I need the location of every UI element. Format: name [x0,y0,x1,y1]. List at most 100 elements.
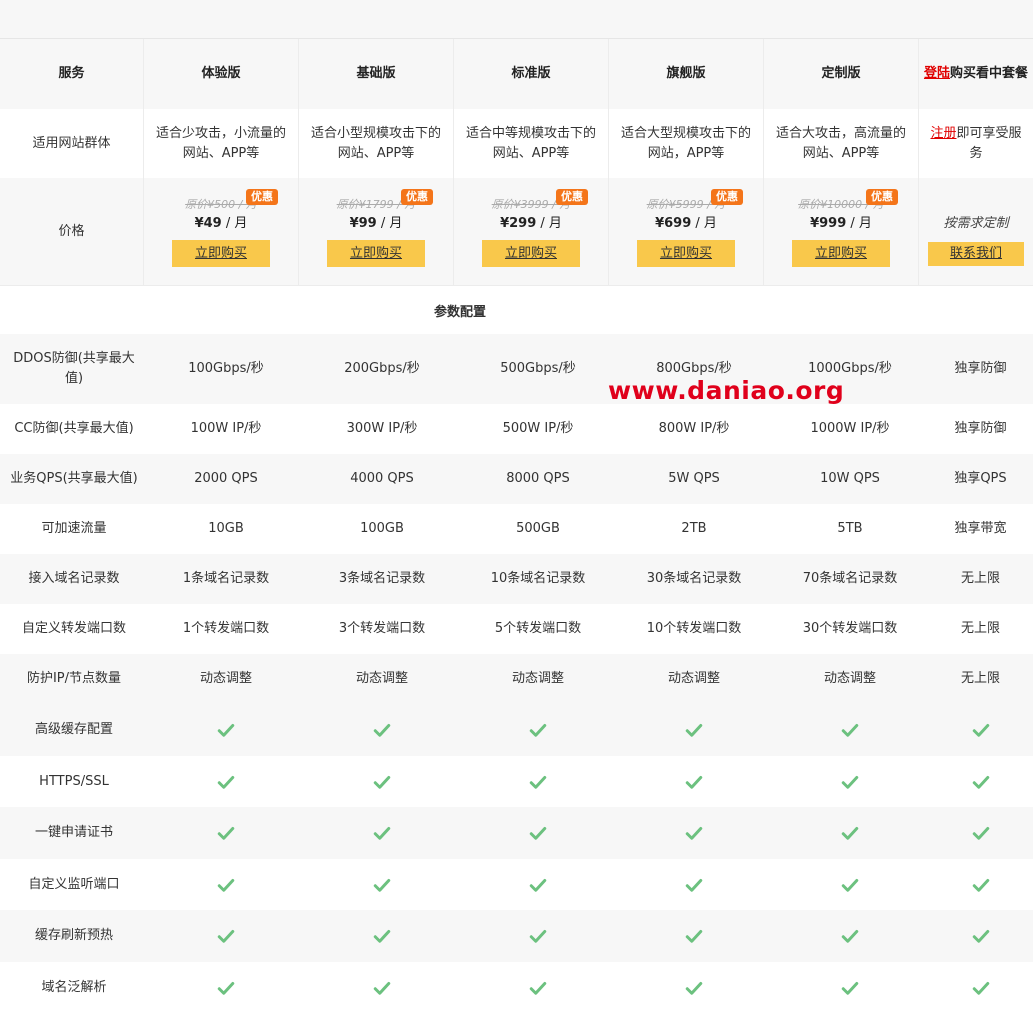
feature-check-cell [304,859,460,911]
feature-check-cell [460,859,616,911]
buy-button-flagship[interactable]: 立即购买 [637,239,735,267]
discount-badge: 优惠 [711,188,743,205]
param-value: 200Gbps/秒 [344,361,420,376]
check-icon [972,982,989,995]
feature-check-cell [148,704,304,756]
watermark: www.daniao.org [608,376,845,405]
check-icon [373,930,391,943]
feature-label: 缓存刷新预热 [34,928,113,943]
current-price: ¥299 [500,215,537,231]
param-label: 业务QPS(共享最大值) [10,471,138,486]
check-icon [685,982,703,995]
check-icon [529,776,547,789]
price-unit: / 月 [846,215,872,231]
register-link[interactable]: 注册 [930,126,956,141]
param-value: 30个转发端口数 [802,621,898,636]
feature-label: HTTPS/SSL [39,774,109,789]
param-value: 300W IP/秒 [346,421,418,436]
current-price: ¥99 [349,215,377,231]
check-icon [373,776,391,789]
feature-check-cell [616,704,772,756]
feature-check-cell [616,859,772,911]
discount-badge: 优惠 [246,188,278,205]
buy-button-custom[interactable]: 立即购买 [792,239,890,267]
param-value: 10W QPS [820,471,880,486]
feature-check-cell [148,756,304,808]
param-row: 可加速流量 10GB 100GB 500GB 2TB 5TB 独享带宽 [0,504,1033,554]
check-icon [373,724,391,737]
price-unit: / 月 [221,215,248,231]
param-row: DDOS防御(共享最大值) 100Gbps/秒 200Gbps/秒 500Gbps/秒… [0,334,1033,404]
param-value: 800W IP/秒 [658,421,730,436]
check-icon [529,982,547,995]
plan-name-flagship: 旗舰版 [609,39,764,109]
check-icon [529,724,547,737]
param-value: 1条域名记录数 [182,571,270,586]
price-unit: / 月 [376,215,403,231]
price-cell-trial: 优惠 原价¥500 / 月 ¥49 / 月 立即购买 [144,178,299,285]
param-value: 无上限 [960,671,1000,686]
param-value: 5TB [837,521,863,536]
buy-button-trial[interactable]: 立即购买 [172,239,270,267]
feature-label: 域名泛解析 [41,980,107,995]
price-unit: / 月 [691,215,717,231]
param-value: 10个转发端口数 [646,621,742,636]
plan-name-trial: 体验版 [144,39,299,109]
param-value: 独享防御 [954,421,1007,436]
top-bar [0,0,1033,39]
param-value: 动态调整 [355,671,408,686]
price-cell-standard: 优惠 原价¥3999 / 月 ¥299 / 月 立即购买 [454,178,609,285]
param-value: 4000 QPS [350,471,414,486]
feature-check-cell [928,859,1033,911]
login-prompt: 登陆购买看中套餐 [919,39,1033,109]
param-label: 可加速流量 [41,521,107,536]
param-value: 动态调整 [823,671,876,686]
register-prompt: 注册即可享受服务 [919,109,1033,178]
feature-label: 高级缓存配置 [34,722,113,737]
param-value: 10条域名记录数 [490,571,586,586]
feature-check-cell [616,756,772,808]
feature-check-cell [148,859,304,911]
param-value: 30条域名记录数 [646,571,742,586]
check-icon [685,724,703,737]
param-value: 动态调整 [667,671,720,686]
check-icon [217,879,235,892]
price-label: 价格 [0,178,144,285]
param-value: 10GB [208,521,244,536]
check-icon [217,776,235,789]
param-value: 2TB [681,521,707,536]
feature-check-cell [148,910,304,962]
contact-us-button[interactable]: 联系我们 [928,241,1024,266]
buy-button-standard[interactable]: 立即购买 [482,239,580,267]
feature-check-cell [928,910,1033,962]
check-icon [685,827,703,840]
param-row: 自定义转发端口数 1个转发端口数 3个转发端口数 5个转发端口数 10个转发端口数 30个… [0,604,1033,654]
check-icon [217,930,235,943]
check-icon [217,982,235,995]
buy-button-basic[interactable]: 立即购买 [327,239,425,267]
param-label: DDOS防御(共享最大值) [13,351,135,386]
feature-check-cell [928,807,1033,859]
param-value: 100GB [360,521,404,536]
feature-check-cell [460,704,616,756]
param-row: 防护IP/节点数量 动态调整 动态调整 动态调整 动态调整 动态调整 无上限 [0,654,1033,704]
login-link[interactable]: 登陆 [924,66,950,81]
audience-standard: 适合中等规模攻击下的网站、APP等 [454,109,609,178]
param-value: 8000 QPS [506,471,570,486]
audience-row: 适用网站群体 适合少攻击，小流量的网站、APP等 适合小型规模攻击下的网站、AP… [0,109,1033,178]
param-value: 1个转发端口数 [182,621,270,636]
plan-name-standard: 标准版 [454,39,609,109]
feature-check-cell [928,962,1033,1014]
feature-check-cell [772,962,928,1014]
audience-flagship: 适合大型规模攻击下的网站，APP等 [609,109,764,178]
param-value: 70条域名记录数 [802,571,898,586]
feature-check-cell [616,910,772,962]
price-cell-flagship: 优惠 原价¥5999 / 月 ¥699 / 月 立即购买 [609,178,764,285]
check-icon [841,982,859,995]
price-row: 价格 优惠 原价¥500 / 月 ¥49 / 月 立即购买 优惠 原价¥1799… [0,178,1033,285]
check-icon [217,827,235,840]
check-icon [373,982,391,995]
check-icon [841,827,859,840]
check-icon [972,930,989,943]
feature-check-cell [616,807,772,859]
